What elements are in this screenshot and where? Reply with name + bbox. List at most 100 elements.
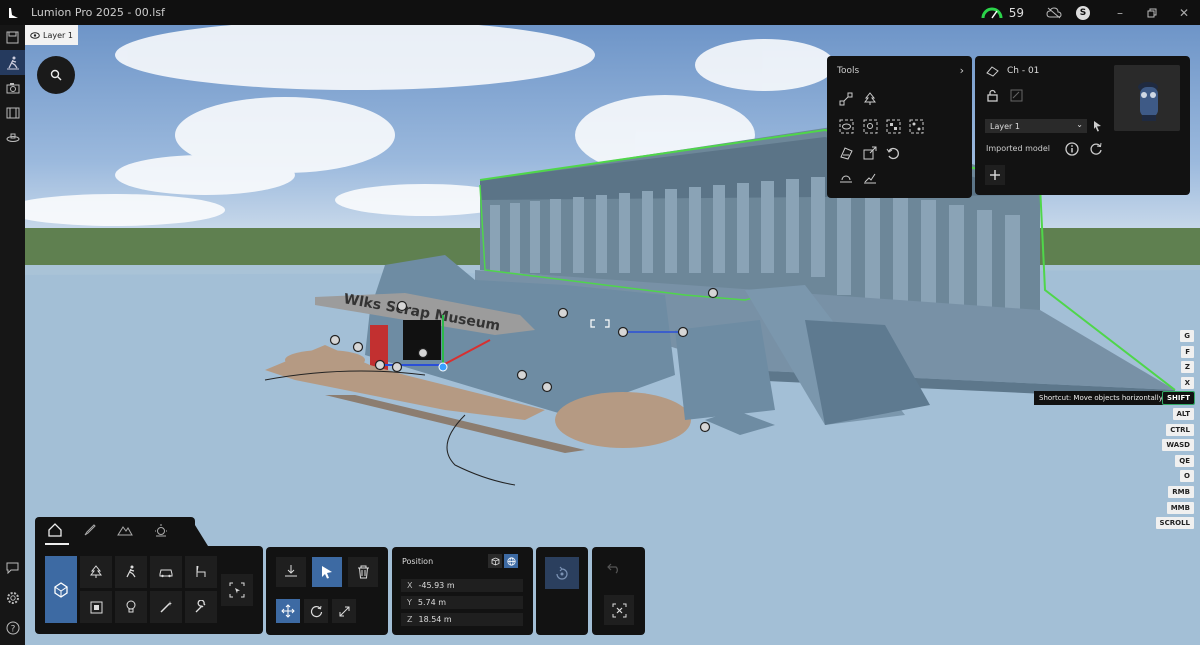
add-button[interactable] <box>985 165 1005 185</box>
place-on-ground-icon[interactable] <box>837 169 855 187</box>
shortcut-key-list: G F Z X SHIFT ALT CTRL WASD QE O RMB MMB SCROLL <box>1155 330 1196 533</box>
multi-select-icon[interactable] <box>907 117 925 135</box>
local-space-button[interactable] <box>488 554 502 568</box>
magic-wand-icon <box>160 601 172 613</box>
pick-layer-cursor-icon[interactable] <box>1092 120 1103 132</box>
deselect-icon <box>612 603 626 617</box>
export-icon[interactable] <box>861 144 879 162</box>
layer-select[interactable]: Layer 1 ⌄ <box>985 119 1087 133</box>
fps-value: 59 <box>1008 5 1024 20</box>
place-object-button[interactable] <box>276 557 306 587</box>
select-object-button[interactable] <box>312 557 342 587</box>
rotate-button[interactable] <box>304 599 328 623</box>
tree-placement-icon[interactable] <box>861 90 879 108</box>
shortcut-key-scroll: SCROLL <box>1155 517 1194 530</box>
feedback-icon[interactable] <box>0 555 25 580</box>
position-y-field[interactable]: Y 5.74 m <box>401 596 523 609</box>
x-value: -45.93 m <box>418 581 455 590</box>
chair-icon <box>196 565 206 577</box>
lock-icon[interactable] <box>987 89 998 102</box>
snap-panel <box>536 547 588 635</box>
scale-button[interactable] <box>332 599 356 623</box>
tab-weather-icon[interactable] <box>153 523 169 537</box>
align-surface-icon[interactable] <box>861 169 879 187</box>
position-panel: Position X -45.93 m Y 5.74 m Z 18.54 m <box>392 547 533 635</box>
chevron-down-icon: ⌄ <box>1076 120 1083 129</box>
snap-hand-icon <box>556 566 568 580</box>
undo-icon[interactable] <box>607 562 621 574</box>
utilities-button[interactable] <box>185 591 217 623</box>
reload-icon[interactable] <box>1089 142 1103 156</box>
snap-button[interactable] <box>545 557 579 589</box>
lights-button[interactable] <box>115 591 147 623</box>
deselect-button[interactable] <box>604 595 634 625</box>
replace-model-icon[interactable] <box>1009 89 1023 102</box>
group-select-icon[interactable] <box>884 117 902 135</box>
zoom-select-icon[interactable] <box>861 117 879 135</box>
user-avatar[interactable]: S <box>1076 5 1090 20</box>
nature-button[interactable] <box>80 556 112 588</box>
close-button[interactable]: ✕ <box>1168 0 1200 25</box>
cube-icon <box>491 557 499 565</box>
layer-chip-label: Layer 1 <box>43 30 73 40</box>
layer-select-value: Layer 1 <box>990 121 1020 131</box>
search-button[interactable] <box>37 56 75 94</box>
shortcut-key-qe: QE <box>1175 454 1194 467</box>
position-z-field[interactable]: Z 18.54 m <box>401 613 523 626</box>
object-name: Ch - 01 <box>1007 66 1040 76</box>
help-icon[interactable]: ? <box>0 615 25 640</box>
swap-model-icon[interactable] <box>837 144 855 162</box>
shortcut-key-f: F <box>1181 345 1194 358</box>
tab-landscape-icon[interactable] <box>117 523 133 537</box>
info-icon[interactable] <box>1065 142 1079 156</box>
shortcut-key-mmb: MMB <box>1166 501 1194 514</box>
reset-rotation-icon[interactable] <box>884 144 902 162</box>
3d-viewport[interactable]: Wlks Scrap Museum Layer 1 Tools › Ch - 0… <box>25 25 1200 645</box>
save-project-icon[interactable] <box>0 25 25 50</box>
render-360-icon[interactable] <box>0 125 25 150</box>
move-button[interactable] <box>276 599 300 623</box>
import-model-button[interactable] <box>45 556 77 623</box>
y-label: Y <box>407 598 412 607</box>
effects-button[interactable] <box>150 591 182 623</box>
position-x-field[interactable]: X -45.93 m <box>401 579 523 592</box>
tree-icon <box>90 565 102 578</box>
camera-icon[interactable] <box>0 75 25 100</box>
objects-button[interactable] <box>80 591 112 623</box>
tab-home-icon[interactable] <box>47 522 63 538</box>
shortcut-tooltip: Shortcut: Move objects horizontally <box>1034 391 1168 405</box>
light-bulb-icon <box>126 600 136 613</box>
people-button[interactable] <box>115 556 147 588</box>
cube-import-icon <box>54 581 68 598</box>
world-space-button[interactable] <box>504 554 518 568</box>
globe-icon <box>506 556 516 566</box>
tab-active-indicator <box>45 543 69 545</box>
tab-brush-icon[interactable] <box>83 523 97 537</box>
visibility-select-icon[interactable] <box>837 117 855 135</box>
restore-button[interactable] <box>1136 0 1168 25</box>
z-label: Z <box>407 615 413 624</box>
shortcut-key-z: Z <box>1180 361 1194 374</box>
transport-button[interactable] <box>150 556 182 588</box>
delete-object-button[interactable] <box>348 557 378 587</box>
minimize-button[interactable]: – <box>1104 0 1136 25</box>
connect-nodes-icon[interactable] <box>837 90 855 108</box>
cloud-off-icon[interactable] <box>1038 0 1070 25</box>
select-area-button[interactable] <box>221 574 253 606</box>
settings-gear-icon[interactable] <box>0 585 25 610</box>
fps-indicator: 59 <box>981 6 1024 20</box>
model-icon <box>986 65 999 77</box>
furniture-button[interactable] <box>185 556 217 588</box>
lumion-logo-icon <box>0 0 25 25</box>
x-label: X <box>407 581 413 590</box>
eye-icon <box>30 31 40 39</box>
position-title: Position <box>402 557 434 566</box>
build-mode-icon[interactable] <box>0 50 25 75</box>
chevron-right-icon[interactable]: › <box>960 64 964 77</box>
layer-chip[interactable]: Layer 1 <box>25 25 78 45</box>
z-value: 18.54 m <box>418 615 452 624</box>
movie-icon[interactable] <box>0 100 25 125</box>
tools-panel: Tools › <box>827 56 972 198</box>
model-thumbnail <box>1114 65 1180 131</box>
edit-tools-panel <box>266 547 388 635</box>
